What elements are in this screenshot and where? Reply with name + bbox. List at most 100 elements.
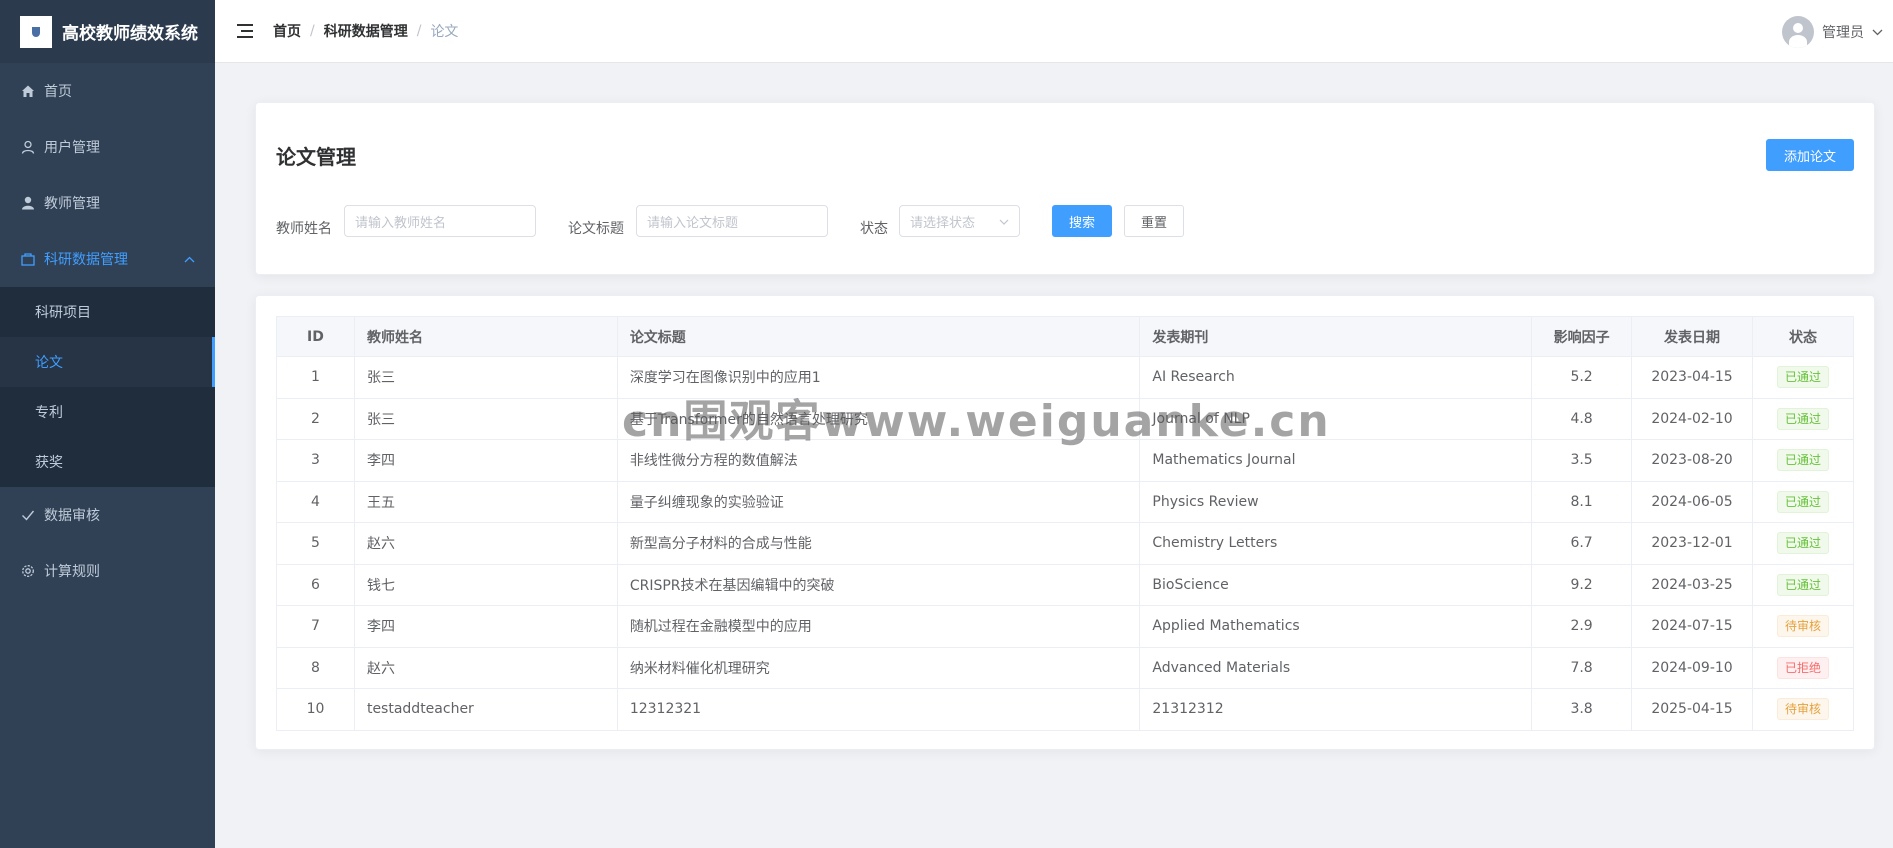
sidebar-subitem-label: 科研项目 <box>35 305 91 321</box>
cell-journal: Advanced Materials <box>1139 646 1533 689</box>
cell-status: 已通过 <box>1751 522 1855 565</box>
chevron-down-icon <box>999 215 1009 228</box>
status-label: 状态 <box>860 221 888 237</box>
top-header: 首页 / 科研数据管理 / 论文 管理员 <box>215 0 1893 63</box>
status-badge: 已通过 <box>1776 366 1829 389</box>
chevron-down-icon[interactable] <box>1872 26 1883 39</box>
table-row[interactable]: 4 王五 量子纠缠现象的实验验证 Physics Review 8.1 2024-06-0… <box>276 480 1855 523</box>
paper-title-input[interactable]: 请输入论文标题 <box>636 205 828 237</box>
cell-status: 待审核 <box>1751 688 1855 731</box>
cell-title: 非线性微分方程的数值解法 <box>616 439 1141 482</box>
cell-teacher: 赵六 <box>353 522 618 565</box>
logo-icon <box>20 15 52 48</box>
table-row[interactable]: 2 张三 基于Transformer的自然语言处理研究 Journal of NLP 4… <box>276 397 1855 440</box>
user-name[interactable]: 管理员 <box>1822 22 1864 42</box>
cell-title: 纳米材料催化机理研究 <box>616 646 1141 689</box>
status-badge: 待审核 <box>1776 698 1829 721</box>
cell-journal: Chemistry Letters <box>1139 522 1533 565</box>
sidebar-subitem-projects[interactable]: 科研项目 <box>0 287 215 337</box>
search-button[interactable]: 搜索 <box>1052 205 1112 237</box>
sidebar-subitem-label: 专利 <box>35 405 63 421</box>
table-row[interactable]: 7 李四 随机过程在金融模型中的应用 Applied Mathematics 2.9 20… <box>276 605 1855 648</box>
sidebar-item-users[interactable]: 用户管理 <box>0 119 215 175</box>
table-row[interactable]: 3 李四 非线性微分方程的数值解法 Mathematics Journal 3.5 202… <box>276 439 1855 482</box>
cell-title: 随机过程在金融模型中的应用 <box>616 605 1141 648</box>
column-header-journal[interactable]: 发表期刊 <box>1139 316 1533 357</box>
cell-journal: BioScience <box>1139 563 1533 606</box>
column-header-impact[interactable]: 影响因子 <box>1531 316 1633 357</box>
table-row[interactable]: 6 钱七 CRISPR技术在基因编辑中的突破 BioScience 9.2 2024-03… <box>276 563 1855 606</box>
avatar[interactable] <box>1782 16 1814 48</box>
chevron-up-icon <box>184 253 195 266</box>
reset-button[interactable]: 重置 <box>1124 205 1184 237</box>
sidebar-subitem-papers[interactable]: 论文 <box>0 337 215 387</box>
sidebar-subitem-awards[interactable]: 获奖 <box>0 437 215 487</box>
cell-id: 7 <box>276 605 355 648</box>
sidebar: 高校教师绩效系统 首页 用户管理 教师管理 科研数据管理 科研项目 论文 专利 <box>0 0 215 848</box>
cell-status: 待审核 <box>1751 605 1855 648</box>
sidebar-item-home[interactable]: 首页 <box>0 63 215 119</box>
cell-impact: 5.2 <box>1531 356 1633 399</box>
cell-date: 2023-08-20 <box>1631 439 1753 482</box>
teacher-icon <box>20 195 36 211</box>
sidebar-item-label: 计算规则 <box>44 564 100 580</box>
check-icon <box>20 507 36 523</box>
add-paper-button[interactable]: 添加论文 <box>1766 139 1854 171</box>
cell-id: 10 <box>276 688 355 731</box>
breadcrumb-separator: / <box>310 23 315 39</box>
table-row[interactable]: 1 张三 深度学习在图像识别中的应用1 AI Research 5.2 2023-04-1… <box>276 356 1855 399</box>
status-badge: 已通过 <box>1776 407 1829 430</box>
teacher-name-input[interactable]: 请输入教师姓名 <box>344 205 536 237</box>
sidebar-subitem-label: 获奖 <box>35 455 63 471</box>
status-select[interactable]: 请选择状态 <box>899 205 1020 237</box>
sidebar-item-research[interactable]: 科研数据管理 <box>0 231 215 287</box>
logo: 高校教师绩效系统 <box>0 0 215 63</box>
cell-impact: 2.9 <box>1531 605 1633 648</box>
sidebar-item-label: 科研数据管理 <box>44 252 128 268</box>
sidebar-item-label: 教师管理 <box>44 196 100 212</box>
column-header-date[interactable]: 发表日期 <box>1631 316 1753 357</box>
sidebar-item-rules[interactable]: 计算规则 <box>0 543 215 599</box>
column-header-status[interactable]: 状态 <box>1751 316 1855 357</box>
cell-impact: 7.8 <box>1531 646 1633 689</box>
column-header-title[interactable]: 论文标题 <box>616 316 1141 357</box>
app-title: 高校教师绩效系统 <box>62 24 198 44</box>
cell-status: 已通过 <box>1751 356 1855 399</box>
status-badge: 已通过 <box>1776 490 1829 513</box>
table-card: ID 教师姓名 论文标题 发表期刊 影响因子 发表日期 状态 1 张三 深度学习在图… <box>255 295 1875 750</box>
cell-impact: 4.8 <box>1531 397 1633 440</box>
sidebar-item-review[interactable]: 数据审核 <box>0 487 215 543</box>
cell-impact: 3.8 <box>1531 688 1633 731</box>
sidebar-item-label: 数据审核 <box>44 508 100 524</box>
cell-date: 2025-04-15 <box>1631 688 1753 731</box>
cell-teacher: testaddteacher <box>353 688 618 731</box>
breadcrumb-research[interactable]: 科研数据管理 <box>324 21 408 41</box>
table-row[interactable]: 8 赵六 纳米材料催化机理研究 Advanced Materials 7.8 2024-0… <box>276 646 1855 689</box>
cell-status: 已通过 <box>1751 439 1855 482</box>
status-badge: 已通过 <box>1776 573 1829 596</box>
sidebar-item-label: 首页 <box>44 84 72 100</box>
teacher-name-label: 教师姓名 <box>276 221 332 237</box>
table-row[interactable]: 10 testaddteacher 12312321 21312312 3.8 2025-… <box>276 688 1855 731</box>
cell-teacher: 王五 <box>353 480 618 523</box>
cell-teacher: 张三 <box>353 397 618 440</box>
cell-title: CRISPR技术在基因编辑中的突破 <box>616 563 1141 606</box>
user-menu[interactable]: 管理员 <box>1782 16 1883 48</box>
home-icon <box>20 83 36 99</box>
menu-toggle-icon[interactable] <box>237 24 253 38</box>
cell-id: 2 <box>276 397 355 440</box>
status-badge: 已拒绝 <box>1776 656 1829 679</box>
cell-date: 2024-02-10 <box>1631 397 1753 440</box>
cell-journal: 21312312 <box>1139 688 1533 731</box>
column-header-teacher[interactable]: 教师姓名 <box>353 316 618 357</box>
table-row[interactable]: 5 赵六 新型高分子材料的合成与性能 Chemistry Letters 6.7 2023… <box>276 522 1855 565</box>
column-header-id[interactable]: ID <box>276 316 355 357</box>
cell-date: 2024-07-15 <box>1631 605 1753 648</box>
sidebar-subitem-patents[interactable]: 专利 <box>0 387 215 437</box>
cell-journal: Applied Mathematics <box>1139 605 1533 648</box>
cell-id: 5 <box>276 522 355 565</box>
breadcrumb-home[interactable]: 首页 <box>273 21 301 41</box>
sidebar-item-teachers[interactable]: 教师管理 <box>0 175 215 231</box>
folder-icon <box>20 251 36 267</box>
cell-date: 2023-04-15 <box>1631 356 1753 399</box>
